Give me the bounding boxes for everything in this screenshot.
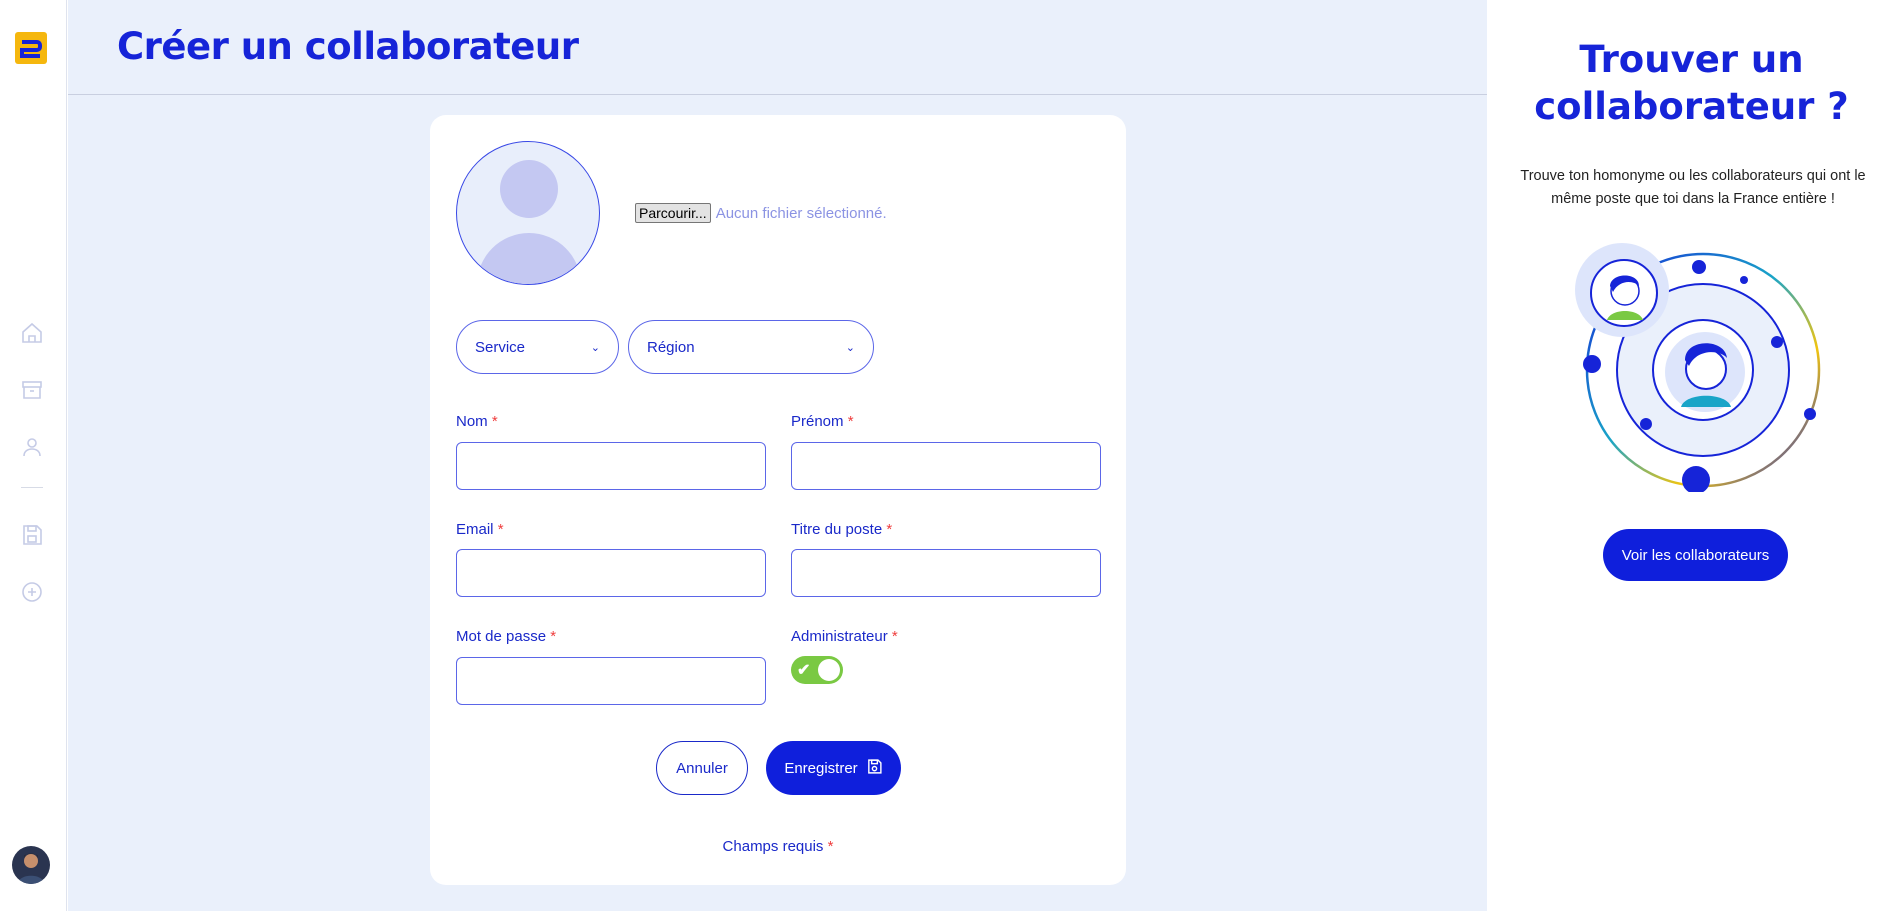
admin-label-text: Administrateur bbox=[791, 628, 888, 645]
nav-divider bbox=[21, 487, 43, 488]
archive-icon[interactable] bbox=[20, 378, 44, 402]
user-icon[interactable] bbox=[20, 435, 44, 459]
region-select[interactable]: Région ⌄ bbox=[628, 320, 874, 374]
home-icon[interactable] bbox=[20, 321, 44, 345]
service-select[interactable]: Service ⌄ bbox=[456, 320, 619, 374]
profile-photo-placeholder bbox=[456, 141, 600, 285]
avatar[interactable] bbox=[12, 846, 50, 884]
floppy-disk-icon bbox=[866, 758, 883, 779]
check-icon: ✔ bbox=[797, 662, 811, 679]
save-icon[interactable] bbox=[20, 523, 44, 547]
add-circle-icon[interactable] bbox=[20, 580, 44, 604]
chevron-down-icon: ⌄ bbox=[845, 341, 855, 354]
find-collaborator-panel: Trouver un collaborateur ? Trouve ton ho… bbox=[1488, 0, 1895, 911]
titre-label: Titre du poste * bbox=[791, 521, 892, 538]
save-button[interactable]: Enregistrer bbox=[766, 741, 901, 795]
required-fields-note: Champs requis * bbox=[430, 838, 1126, 855]
view-collaborators-button[interactable]: Voir les collaborateurs bbox=[1603, 529, 1788, 581]
required-mark: * bbox=[491, 413, 498, 430]
prenom-label-text: Prénom bbox=[791, 413, 844, 430]
required-mark: * bbox=[886, 521, 893, 538]
job-title-field[interactable] bbox=[791, 549, 1101, 597]
admin-toggle[interactable]: ✔ bbox=[791, 656, 843, 684]
password-label: Mot de passe * bbox=[456, 628, 556, 645]
file-status-text: Aucun fichier sélectionné. bbox=[715, 204, 887, 222]
required-mark: * bbox=[497, 521, 504, 538]
required-mark: * bbox=[550, 628, 557, 645]
browse-file-button[interactable]: Parcourir... bbox=[635, 203, 711, 223]
panel-description: Trouve ton homonyme ou les collaborateur… bbox=[1520, 168, 1866, 207]
prenom-field[interactable] bbox=[791, 442, 1101, 490]
save-button-label: Enregistrer bbox=[784, 759, 858, 777]
nom-label-text: Nom bbox=[456, 413, 488, 430]
sidebar bbox=[0, 0, 67, 911]
password-label-text: Mot de passe bbox=[456, 628, 547, 645]
toggle-knob bbox=[818, 659, 840, 681]
email-field[interactable] bbox=[456, 549, 766, 597]
file-upload: Parcourir... Aucun fichier sélectionné. bbox=[635, 203, 887, 223]
nom-field[interactable] bbox=[456, 442, 766, 490]
collaborators-illustration bbox=[1573, 242, 1823, 494]
nom-label: Nom * bbox=[456, 413, 498, 430]
region-select-label: Région bbox=[647, 338, 695, 356]
email-label: Email * bbox=[456, 521, 504, 538]
email-label-text: Email bbox=[456, 521, 494, 538]
service-select-label: Service bbox=[475, 338, 526, 356]
page-header: Créer un collaborateur bbox=[68, 0, 1487, 95]
required-mark: * bbox=[827, 838, 834, 855]
required-note-text: Champs requis bbox=[722, 838, 824, 855]
main-content: Créer un collaborateur Parcourir... Aucu… bbox=[68, 0, 1487, 911]
create-collaborator-form: Parcourir... Aucun fichier sélectionné. … bbox=[430, 115, 1126, 885]
admin-label: Administrateur * bbox=[791, 628, 898, 645]
required-mark: * bbox=[847, 413, 854, 430]
password-field[interactable] bbox=[456, 657, 766, 705]
prenom-label: Prénom * bbox=[791, 413, 854, 430]
cancel-button[interactable]: Annuler bbox=[656, 741, 748, 795]
logo-icon[interactable] bbox=[15, 32, 47, 64]
titre-label-text: Titre du poste bbox=[791, 521, 883, 538]
required-mark: * bbox=[891, 628, 898, 645]
panel-title: Trouver un collaborateur ? bbox=[1534, 38, 1849, 128]
page-title: Créer un collaborateur bbox=[117, 25, 579, 68]
chevron-down-icon: ⌄ bbox=[590, 341, 600, 354]
